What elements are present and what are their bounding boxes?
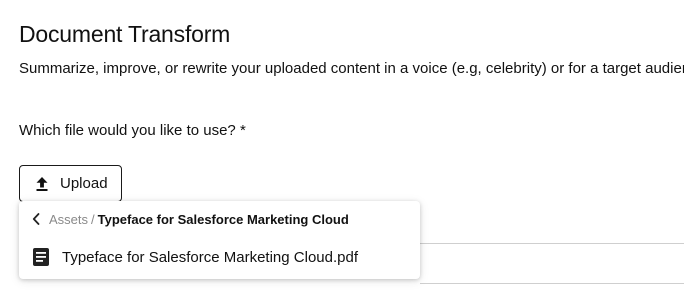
divider: [420, 283, 684, 284]
document-icon: [32, 247, 50, 267]
divider: [420, 243, 684, 244]
file-picker-dropdown: Assets / Typeface for Salesforce Marketi…: [19, 201, 420, 279]
breadcrumb: Assets / Typeface for Salesforce Marketi…: [32, 210, 349, 228]
upload-arrow-icon: [34, 176, 50, 192]
breadcrumb-separator: /: [91, 211, 95, 227]
upload-button[interactable]: Upload: [19, 165, 122, 202]
upload-button-label: Upload: [60, 175, 108, 192]
file-list-item[interactable]: Typeface for Salesforce Marketing Cloud.…: [19, 239, 420, 275]
file-name: Typeface for Salesforce Marketing Cloud.…: [62, 248, 358, 266]
breadcrumb-current: Typeface for Salesforce Marketing Cloud: [97, 211, 349, 227]
chevron-left-icon[interactable]: [32, 212, 42, 226]
file-question-label: Which file would you like to use? *: [19, 122, 246, 139]
page-title: Document Transform: [19, 21, 231, 47]
breadcrumb-root[interactable]: Assets: [49, 212, 88, 227]
page-subtitle: Summarize, improve, or rewrite your uplo…: [19, 60, 684, 77]
